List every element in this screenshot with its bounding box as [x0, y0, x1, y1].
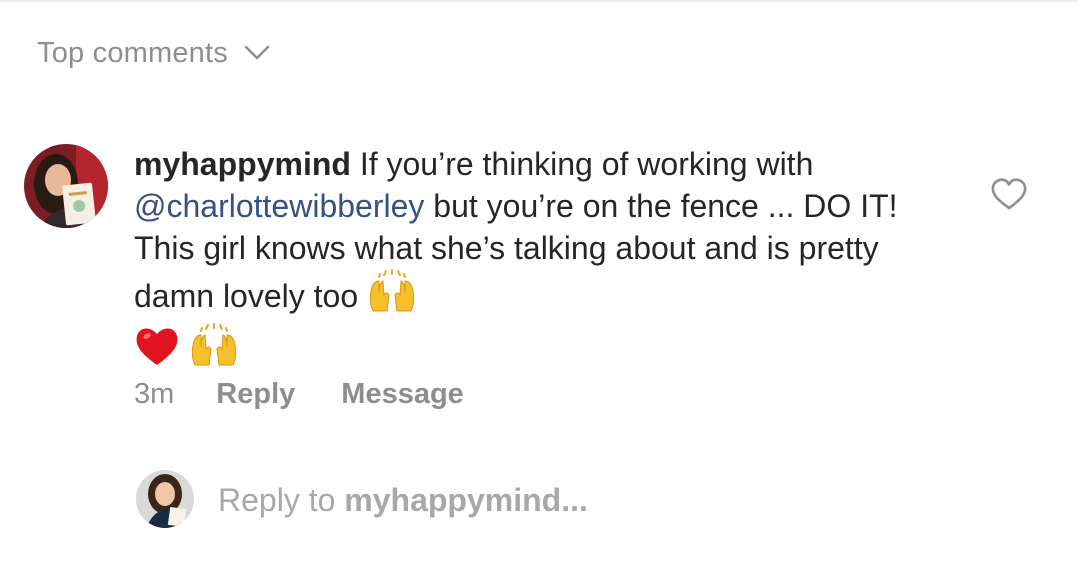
comment-username[interactable]: myhappymind — [134, 146, 351, 182]
comment-timestamp: 3m — [134, 377, 175, 410]
sort-label: Top comments — [37, 36, 228, 69]
comment-meta-row: 3m Reply Message — [134, 374, 510, 414]
current-user-avatar — [136, 470, 194, 528]
red-heart-icon — [134, 325, 180, 377]
comment-text: myhappymind If you’re thinking of workin… — [134, 143, 954, 377]
raising-hands-icon — [367, 269, 417, 323]
raising-hands-icon — [189, 323, 239, 377]
sort-comments-dropdown[interactable]: Top comments — [37, 33, 270, 73]
chevron-down-icon — [244, 45, 270, 61]
comment-text-part1: If you’re thinking of working with — [359, 146, 814, 182]
avatar[interactable] — [24, 144, 108, 228]
mention-link[interactable]: @charlottewibberley — [134, 188, 424, 224]
message-button[interactable]: Message — [341, 378, 464, 411]
reply-button[interactable]: Reply — [216, 378, 295, 411]
reply-placeholder-prefix: Reply to — [218, 482, 336, 518]
like-heart-icon[interactable] — [990, 177, 1028, 211]
reply-placeholder-user: myhappymind... — [344, 482, 588, 518]
top-divider — [0, 0, 1078, 2]
reply-input[interactable]: Reply to myhappymind... — [218, 478, 918, 522]
